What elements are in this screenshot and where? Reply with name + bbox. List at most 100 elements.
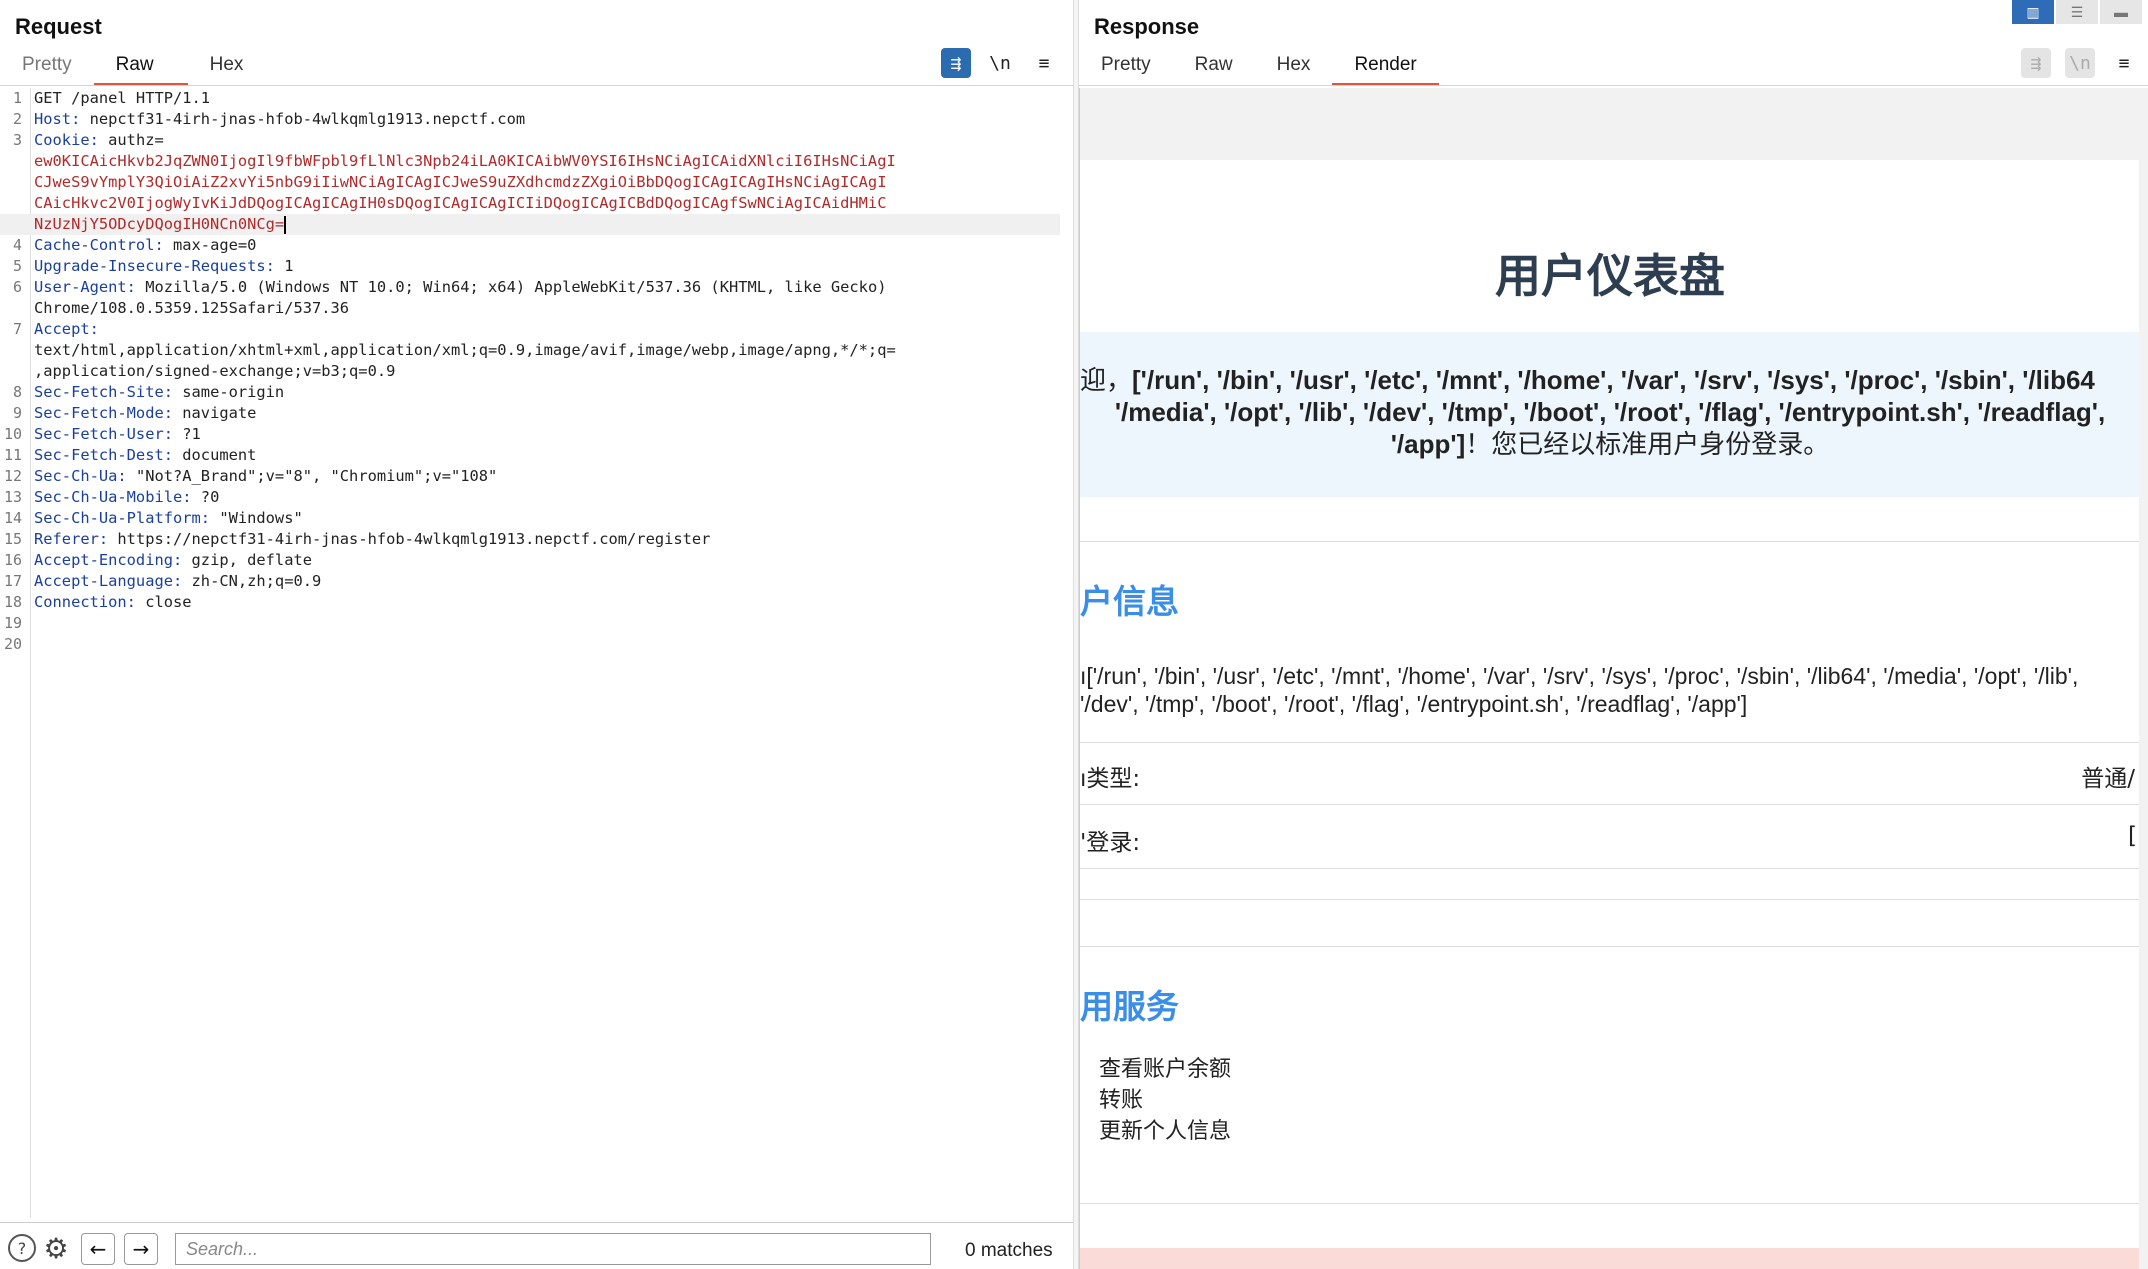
header-value: gzip, deflate [182,551,312,569]
stacked-layout-icon[interactable]: ☰ [2056,0,2098,24]
header-value: 1 [274,257,294,275]
service-item-update-profile[interactable]: 更新个人信息 [1099,1113,1231,1145]
code-line[interactable]: 6 User-Agent: Mozilla/5.0 (Windows NT 10.… [0,277,1060,298]
line-number: 18 [3,593,22,611]
services-heading: 用服务 [1080,987,1179,1026]
header-name: Accept-Language: [34,572,183,590]
line-number: 15 [3,530,22,548]
search-input[interactable] [175,1233,931,1265]
code-line[interactable]: 17 Accept-Language: zh-CN,zh;q=0.9 [0,571,1060,592]
request-toolbar: ⇶ \n ≡ [941,48,1059,78]
line-content: ew0KICAicHkvb2JqZWN0IjogIl9fbWFpbl9fLlNl… [28,151,896,172]
header-value: ?0 [191,488,220,506]
line-content: Connection: close [28,592,192,613]
code-line[interactable]: 9 Sec-Fetch-Mode: navigate [0,403,1060,424]
service-item-balance[interactable]: 查看账户余额 [1099,1051,1231,1083]
header-value: ?1 [173,425,201,443]
search-back-button[interactable]: ← [81,1233,115,1265]
word-wrap-icon: ⇶ [2021,48,2051,78]
line-content: Cookie: authz= [28,130,164,151]
code-line[interactable]: CAicHkvc2V0IjogWyIvKiJdDQogICAgICAgIH0sD… [0,193,1060,214]
code-line[interactable]: 10 Sec-Fetch-User: ?1 [0,424,1060,445]
code-line[interactable]: 5 Upgrade-Insecure-Requests: 1 [0,256,1060,277]
code-line[interactable]: 20 [0,634,1060,655]
header-name: Referer: [34,530,109,548]
response-toolbar: ⇶ \n ≡ [2021,48,2139,78]
request-code[interactable]: 1 GET /panel HTTP/1.1 2 Host: nepctf31-4irh… [0,88,1060,655]
line-content: GET /panel HTTP/1.1 [28,88,210,109]
line-content [28,613,34,634]
search-bar: ? ⚙ ← → 0 matches [0,1222,1073,1269]
code-line[interactable]: 16 Accept-Encoding: gzip, deflate [0,550,1060,571]
welcome-username-1: ['/run', '/bin', '/usr', '/etc', '/mnt',… [1132,365,2095,395]
header-name: Sec-Ch-Ua: [34,467,127,485]
code-line[interactable]: 3 Cookie: authz= [0,130,1060,151]
text-caret [284,215,287,234]
code-line[interactable]: 12 Sec-Ch-Ua: "Not?A_Brand";v="8", "Chrom… [0,466,1060,487]
code-line[interactable]: 4 Cache-Control: max-age=0 [0,235,1060,256]
code-line[interactable]: 18 Connection: close [0,592,1060,613]
cookie-value: ew0KICAicHkvb2JqZWN0IjogIl9fbWFpbl9fLlNl… [34,152,896,170]
code-line[interactable]: 15 Referer: https://nepctf31-4irh-jnas-hf… [0,529,1060,550]
divider [1080,1203,2139,1204]
tab-hex[interactable]: Hex [1255,50,1333,86]
divider [0,85,1073,86]
code-line[interactable]: 19 [0,613,1060,634]
code-line[interactable]: 14 Sec-Ch-Ua-Platform: "Windows" [0,508,1060,529]
username-line-1: ı['/run', '/bin', '/usr', '/etc', '/mnt'… [1080,663,2079,689]
code-line[interactable]: ,application/signed-exchange;v=b3;q=0.9 [0,361,1060,382]
help-icon[interactable]: ? [8,1234,36,1262]
code-line[interactable]: ew0KICAicHkvb2JqZWN0IjogIl9fbWFpbl9fLlNl… [0,151,1060,172]
request-editor[interactable]: 1 GET /panel HTTP/1.1 2 Host: nepctf31-4irh… [0,88,1073,1218]
line-content: Sec-Fetch-Site: same-origin [28,382,284,403]
code-line[interactable]: 1 GET /panel HTTP/1.1 [0,88,1060,109]
username-value: ı['/run', '/bin', '/usr', '/etc', '/mnt'… [1080,662,2139,718]
menu-icon[interactable]: ≡ [1029,48,1059,78]
last-login-value: [ [2128,823,2137,849]
tab-raw[interactable]: Raw [93,50,188,86]
line-number [0,298,28,319]
code-line[interactable]: CJweS9vYmplY3QiOiAiZ2xvYi5nbG9iIiwNCiAgI… [0,172,1060,193]
welcome-username-3: '/app'] [1390,429,1466,459]
line-content: Sec-Ch-Ua-Platform: "Windows" [28,508,303,529]
code-line[interactable]: NzUzNjY5ODcyDQogIH0NCn0NCg= [0,214,1060,235]
line-content: Sec-Fetch-User: ?1 [28,424,201,445]
tab-render[interactable]: Render [1332,50,1439,86]
settings-gear-icon[interactable]: ⚙ [42,1232,70,1265]
divider [1080,742,2139,743]
line-number: 8 [12,383,22,401]
code-line[interactable]: 8 Sec-Fetch-Site: same-origin [0,382,1060,403]
code-line[interactable]: 11 Sec-Fetch-Dest: document [0,445,1060,466]
line-content: Sec-Ch-Ua-Mobile: ?0 [28,487,219,508]
line-content: Accept-Encoding: gzip, deflate [28,550,312,571]
line-content: Sec-Ch-Ua: "Not?A_Brand";v="8", "Chromiu… [28,466,497,487]
single-layout-icon[interactable]: ▬ [2100,0,2142,24]
menu-icon[interactable]: ≡ [2109,48,2139,78]
word-wrap-icon[interactable]: ⇶ [941,48,971,78]
code-line[interactable]: 7 Accept: [0,319,1060,340]
service-item-transfer[interactable]: 转账 [1099,1082,1143,1114]
tab-raw[interactable]: Raw [1173,50,1255,86]
divider [1080,868,2139,869]
tab-pretty[interactable]: Pretty [1079,50,1173,86]
search-forward-button[interactable]: → [124,1233,158,1265]
code-line[interactable]: Chrome/108.0.5359.125Safari/537.36 [0,298,1060,319]
line-number: 16 [3,551,22,569]
tab-pretty[interactable]: Pretty [0,50,94,86]
render-scrollbar[interactable] [2139,88,2148,1269]
header-value: text/html,application/xhtml+xml,applicat… [34,341,896,359]
header-name: Host: [34,110,81,128]
code-line[interactable]: 2 Host: nepctf31-4irh-jnas-hfob-4wlkqmlg1… [0,109,1060,130]
side-by-side-layout-icon[interactable]: ▥ [2012,0,2054,24]
code-line[interactable]: text/html,application/xhtml+xml,applicat… [0,340,1060,361]
line-number [0,361,28,382]
tab-hex[interactable]: Hex [188,50,266,86]
header-value: nepctf31-4irh-jnas-hfob-4wlkqmlg1913.nep… [80,110,526,128]
line-number: 9 [12,404,22,422]
newline-toggle-icon[interactable]: \n [985,48,1015,78]
header-value: same-origin [173,383,285,401]
header-name: Sec-Fetch-Mode: [34,404,173,422]
header-value: navigate [173,404,257,422]
user-info-heading: 户信息 [1080,582,1179,621]
code-line[interactable]: 13 Sec-Ch-Ua-Mobile: ?0 [0,487,1060,508]
